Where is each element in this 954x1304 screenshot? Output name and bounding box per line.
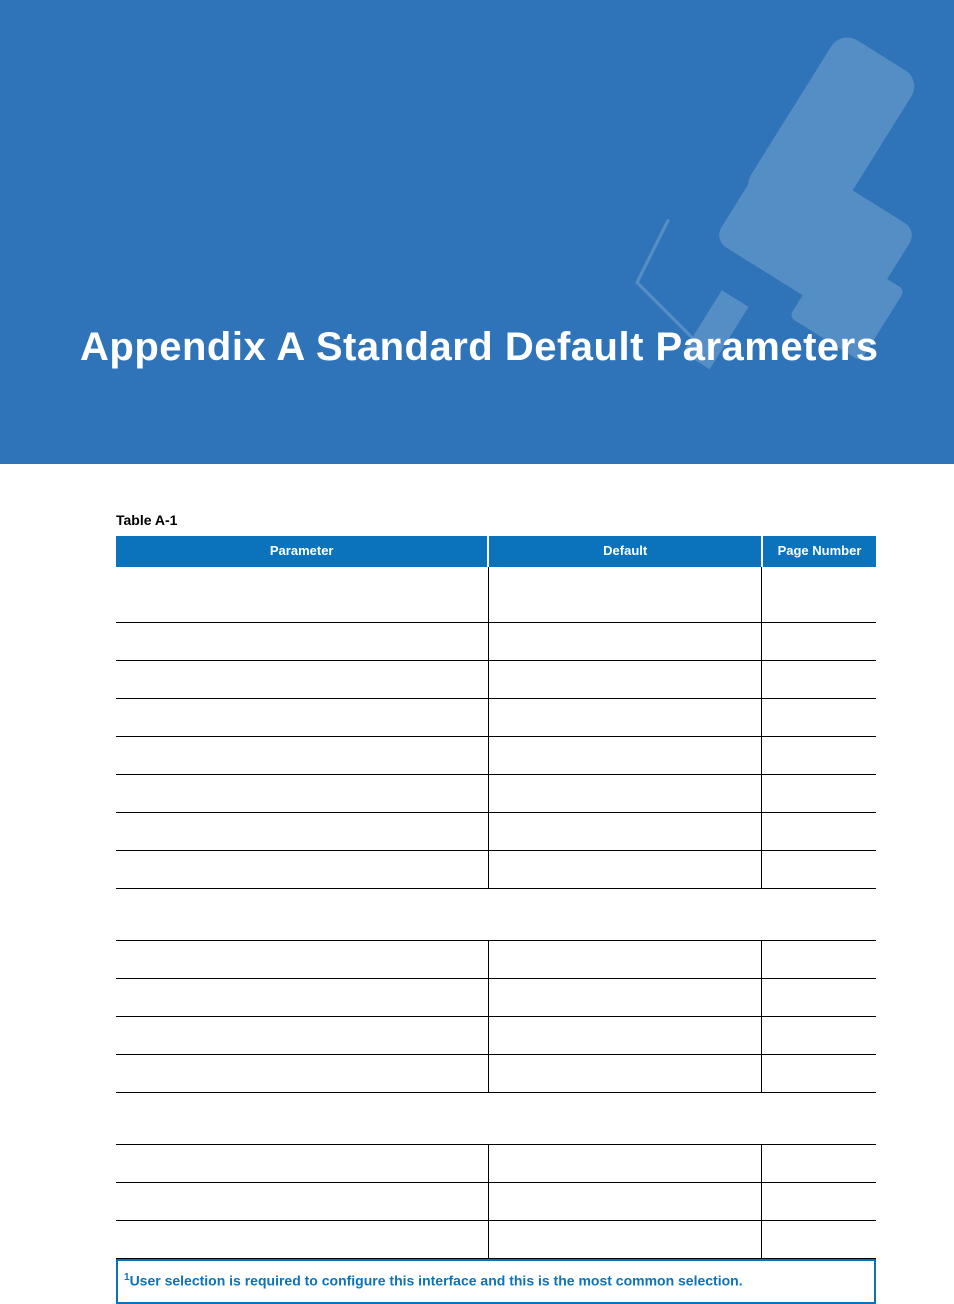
table-section-row [116, 889, 876, 941]
table-header-row: Parameter Default Page Number [116, 536, 876, 567]
page-content: Table A-1 Parameter Default Page Number [0, 464, 954, 1304]
table-row [116, 567, 876, 585]
table-row [116, 1055, 876, 1093]
table-row [116, 699, 876, 737]
table-section-row [116, 1093, 876, 1145]
table-row [116, 1183, 876, 1221]
table-row [116, 979, 876, 1017]
scanner-watermark-icon [574, 20, 954, 440]
page-banner: Appendix A Standard Default Parameters [0, 0, 954, 464]
col-header-page-number: Page Number [762, 536, 876, 567]
table-row [116, 1145, 876, 1183]
table-row [116, 851, 876, 889]
table-row [116, 775, 876, 813]
col-header-default: Default [488, 536, 762, 567]
table-row [116, 585, 876, 623]
table-row [116, 1017, 876, 1055]
table-row [116, 941, 876, 979]
table-row [116, 1221, 876, 1259]
appendix-title: Appendix A Standard Default Parameters [80, 325, 878, 370]
parameters-table: Parameter Default Page Number [116, 536, 876, 1259]
table-footnote: 1User selection is required to configure… [116, 1259, 876, 1304]
table-row [116, 661, 876, 699]
table-row [116, 737, 876, 775]
table-row [116, 623, 876, 661]
table-caption: Table A-1 [116, 512, 876, 528]
col-header-parameter: Parameter [116, 536, 488, 567]
footnote-text: User selection is required to configure … [130, 1273, 743, 1289]
table-row [116, 813, 876, 851]
